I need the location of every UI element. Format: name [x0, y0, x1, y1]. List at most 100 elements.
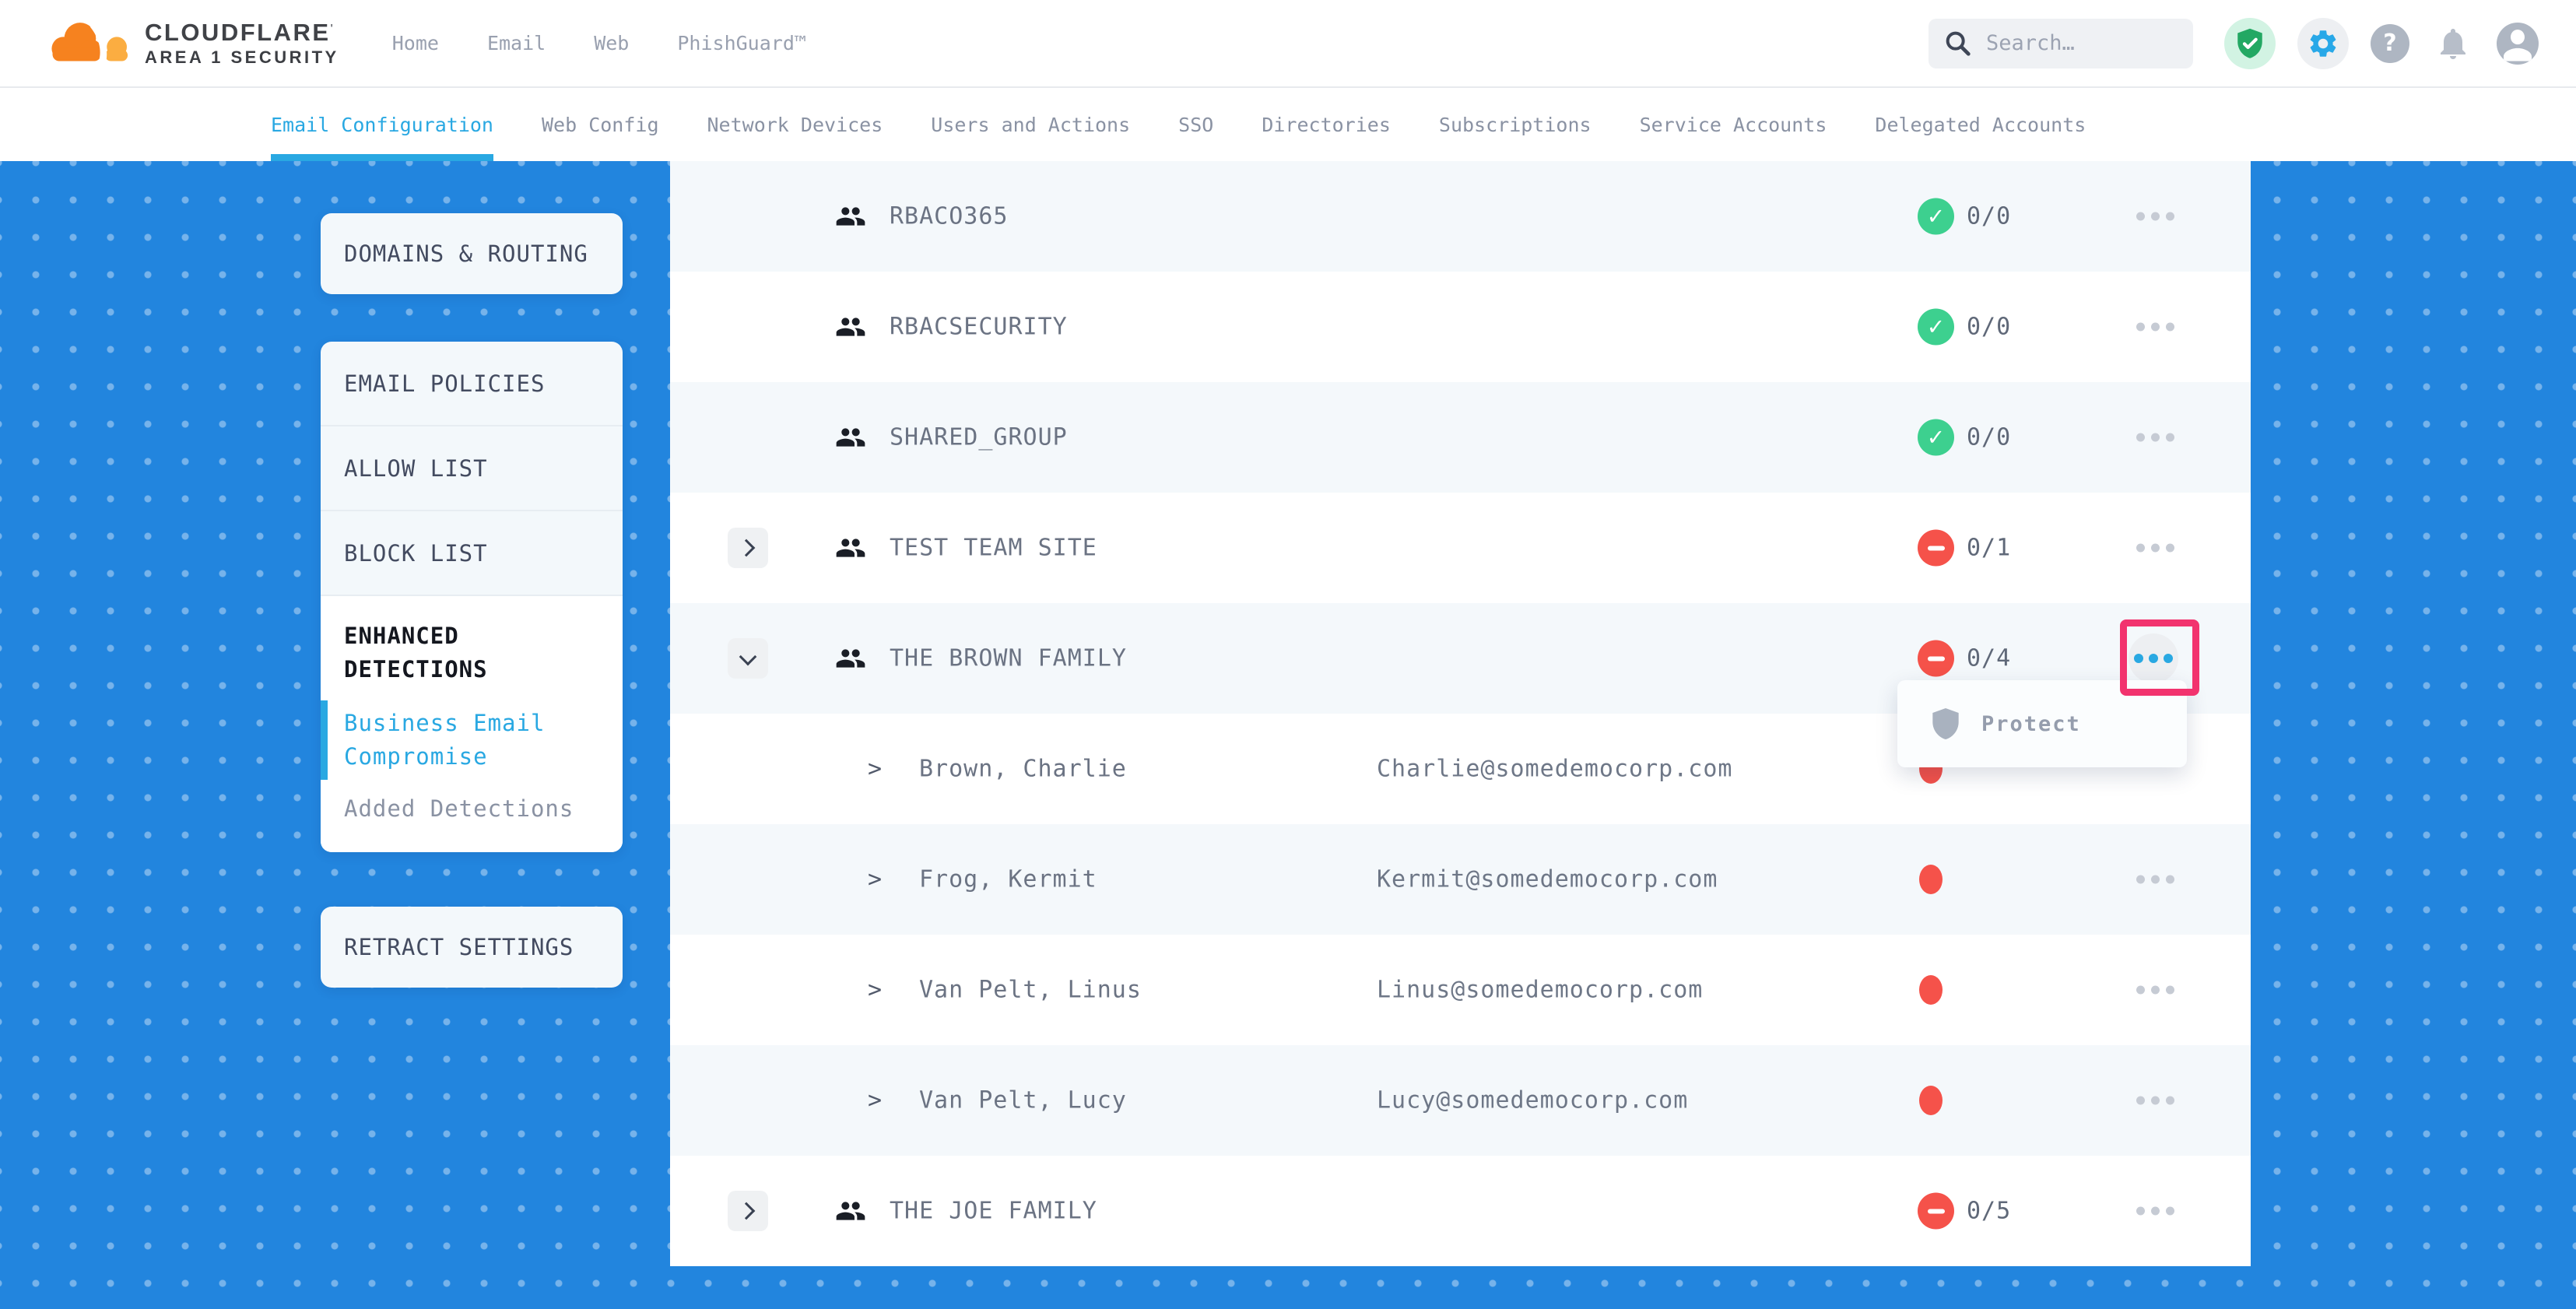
overflow-menu-button[interactable]	[2129, 315, 2182, 339]
tab-subscriptions[interactable]: Subscriptions	[1439, 88, 1592, 161]
tab-service-accounts[interactable]: Service Accounts	[1640, 88, 1827, 161]
top-nav-item-email[interactable]: Email	[487, 32, 546, 54]
expand-chevron-button[interactable]	[728, 528, 768, 568]
sidebar-section-title: ENHANCED DETECTIONS	[344, 619, 599, 686]
chevron-down-icon	[739, 648, 757, 666]
overflow-menu-dot	[2164, 654, 2173, 663]
overflow-menu-dot	[2136, 1207, 2145, 1216]
status-blocked-dot	[1919, 1086, 1943, 1115]
overflow-menu-dot	[2151, 212, 2160, 221]
user-email: Lucy@somedemocorp.com	[1377, 1087, 1688, 1114]
overflow-menu-dot	[2136, 544, 2145, 553]
check-glyph: ✓	[1927, 204, 1945, 230]
protect-menu-item[interactable]: Protect	[1981, 712, 2081, 736]
sidebar-card: DOMAINS & ROUTING	[321, 213, 623, 294]
table-row[interactable]: THE JOE FAMILY0/5	[670, 1156, 2251, 1266]
cloudflare-logo[interactable]: CLOUDFLARE' AREA 1 SECURITY	[47, 12, 339, 75]
table-row[interactable]: RBACO365 ✓ 0/0	[670, 161, 2251, 272]
tab-sso[interactable]: SSO	[1178, 88, 1213, 161]
overflow-menu-button[interactable]	[2129, 1089, 2182, 1113]
minus-glyph	[1928, 546, 1945, 550]
user-email: Kermit@somedemocorp.com	[1377, 866, 1718, 893]
overflow-menu-button[interactable]	[2129, 978, 2182, 1002]
tab-directories[interactable]: Directories	[1262, 88, 1391, 161]
top-nav-item-phishguard[interactable]: PhishGuard™	[677, 32, 806, 54]
overflow-menu-dot	[2136, 876, 2145, 884]
table-row[interactable]: >Van Pelt, LinusLinus@somedemocorp.com	[670, 935, 2251, 1045]
overflow-menu-dot	[2151, 1097, 2160, 1105]
brand-name: CLOUDFLARE'	[145, 20, 339, 44]
protected-count: 0/5	[1967, 1198, 2011, 1225]
overflow-menu-dot	[2136, 986, 2145, 995]
overflow-menu-button[interactable]	[2129, 426, 2182, 450]
overflow-menu-button[interactable]	[2129, 633, 2178, 683]
table-row[interactable]: > Van Pelt, Lucy Lucy@somedemocorp.com	[670, 1045, 2251, 1156]
sidebar-item-retract-settings[interactable]: RETRACT SETTINGS	[321, 907, 623, 988]
expand-caret[interactable]: >	[868, 977, 882, 1004]
content-area: DOMAINS & ROUTING EMAIL POLICIESALLOW LIS…	[0, 161, 2576, 1309]
tab-web-config[interactable]: Web Config	[542, 88, 659, 161]
shield-check-icon[interactable]	[2224, 18, 2276, 69]
group-name: RBACO365	[890, 203, 1009, 230]
sidebar-item-block-list[interactable]: BLOCK LIST	[321, 510, 623, 595]
settings-gear-icon[interactable]	[2297, 18, 2349, 69]
overflow-menu-button[interactable]	[2129, 536, 2182, 560]
protected-count: 0/0	[1967, 203, 2011, 230]
table-row[interactable]: TEST TEAM SITE0/1	[670, 493, 2251, 603]
expand-caret[interactable]: >	[868, 1087, 882, 1114]
tab-network-devices[interactable]: Network Devices	[707, 88, 883, 161]
table-row[interactable]: RBACSECURITY✓0/0	[670, 272, 2251, 382]
overflow-menu-dot	[2151, 986, 2160, 995]
user-name: Frog, Kermit	[919, 866, 1097, 893]
overflow-menu-dot	[2151, 876, 2160, 884]
expand-caret[interactable]: >	[868, 756, 882, 783]
group-name: SHARED_GROUP	[890, 424, 1068, 451]
header-icons: ?	[2224, 18, 2539, 69]
help-icon[interactable]: ?	[2371, 24, 2409, 63]
sidebar-item-business-email-compromise[interactable]: Business Email Compromise	[344, 707, 599, 774]
tab-users-and-actions[interactable]: Users and Actions	[931, 88, 1130, 161]
sidebar-item-email-policies[interactable]: EMAIL POLICIES	[321, 342, 623, 425]
user-name: Van Pelt, Linus	[919, 977, 1142, 1004]
notifications-bell-icon[interactable]	[2431, 22, 2475, 65]
expand-caret[interactable]: >	[868, 866, 882, 893]
search-box[interactable]: Search…	[1928, 19, 2193, 68]
sidebar-item-domains-routing[interactable]: DOMAINS & ROUTING	[321, 213, 623, 294]
top-nav-item-web[interactable]: Web	[594, 32, 629, 54]
group-name: RBACSECURITY	[890, 314, 1068, 341]
overflow-menu-dot	[2166, 323, 2174, 332]
user-name: Van Pelt, Lucy	[919, 1087, 1127, 1114]
table-row[interactable]: SHARED_GROUP✓0/0	[670, 382, 2251, 493]
tab-email-configuration[interactable]: Email Configuration	[271, 88, 493, 161]
cloudflare-cloud-icon	[47, 12, 139, 75]
account-icon[interactable]	[2497, 23, 2539, 65]
sidebar-item-allow-list[interactable]: ALLOW LIST	[321, 425, 623, 510]
group-icon	[835, 1195, 866, 1227]
tab-delegated-accounts[interactable]: Delegated Accounts	[1875, 88, 2086, 161]
check-glyph: ✓	[1927, 425, 1945, 451]
overflow-menu-button[interactable]	[2129, 205, 2182, 229]
overflow-menu-dot	[2166, 1207, 2174, 1216]
top-nav-item-home[interactable]: Home	[392, 32, 439, 54]
status-ok-icon: ✓	[1918, 419, 1954, 456]
overflow-menu-dot	[2151, 1207, 2160, 1216]
status-blocked-icon	[1918, 1193, 1954, 1230]
search-icon	[1943, 28, 1974, 59]
minus-glyph	[1928, 1209, 1945, 1213]
overflow-menu-button[interactable]	[2129, 868, 2182, 892]
overflow-menu-button[interactable]	[2129, 1199, 2182, 1223]
group-name: THE BROWN FAMILY	[890, 645, 1127, 672]
minus-glyph	[1928, 656, 1945, 661]
overflow-menu-dot	[2149, 654, 2158, 663]
expand-chevron-button[interactable]	[728, 638, 768, 679]
overflow-menu-dot	[2166, 212, 2174, 221]
expand-chevron-button[interactable]	[728, 1191, 768, 1231]
protected-count: 0/1	[1967, 535, 2011, 562]
status-blocked-icon	[1918, 530, 1954, 567]
group-icon	[835, 643, 866, 674]
status-blocked-dot	[1919, 865, 1943, 894]
status-ok-icon: ✓	[1918, 309, 1954, 346]
table-row[interactable]: > Frog, Kermit Kermit@somedemocorp.com	[670, 824, 2251, 935]
shield-icon	[1930, 707, 1961, 741]
sidebar-item-added-detections[interactable]: Added Detections	[344, 792, 599, 826]
